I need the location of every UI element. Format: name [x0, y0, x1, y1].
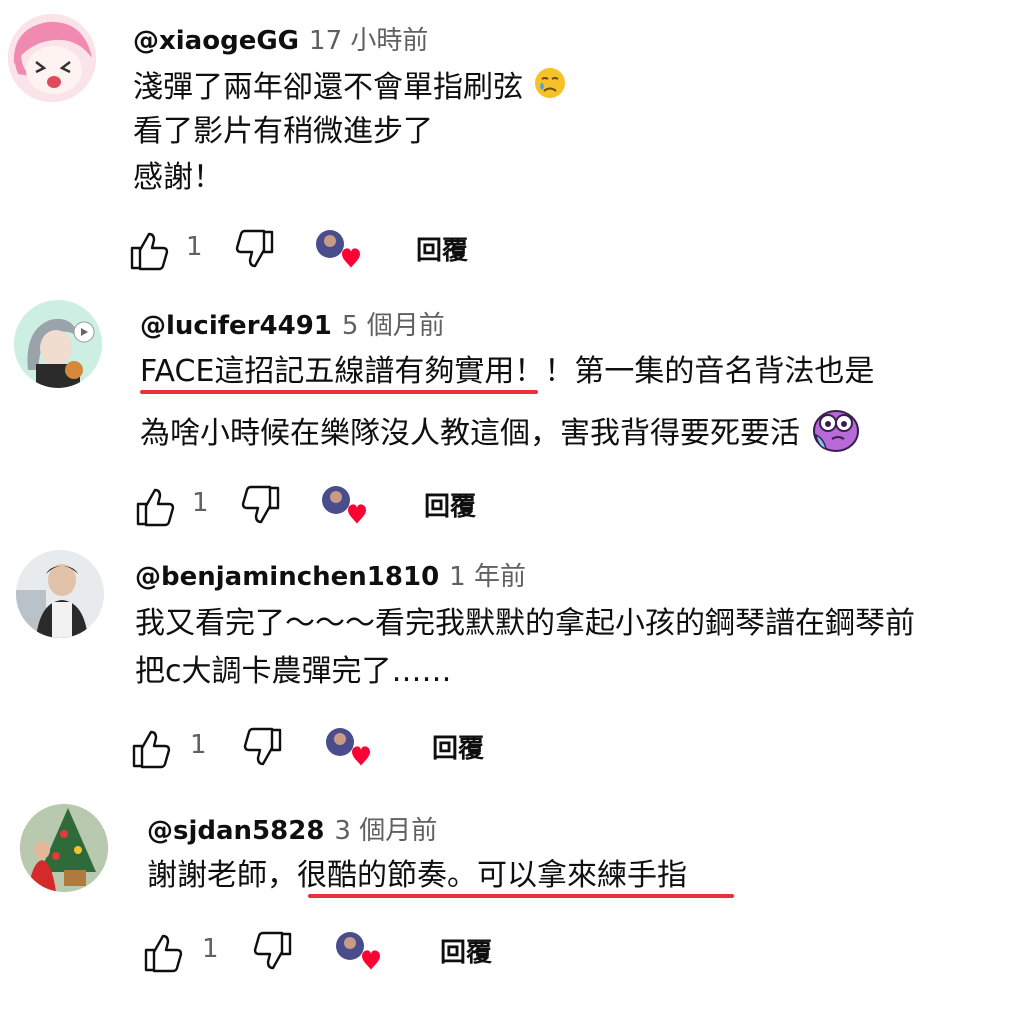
dislike-icon[interactable]: [240, 726, 284, 774]
highlight-underline: [308, 894, 734, 898]
like-count: 1: [186, 232, 203, 262]
comment-author: @sjdan5828 3 個月前: [147, 810, 437, 847]
highlight-underline: [140, 390, 538, 394]
comment-text-line: 我又看完了～～～看完我默默的拿起小孩的鋼琴譜在鋼琴前: [135, 606, 915, 641]
comment-actions: 1 回覆: [134, 484, 534, 528]
crying-face-icon: [533, 66, 567, 111]
author-handle[interactable]: @lucifer4491: [140, 311, 332, 341]
dislike-icon[interactable]: [238, 484, 282, 532]
comment-time[interactable]: 1 年前: [449, 562, 526, 592]
comment-text-line: 為啥小時候在樂隊沒人教這個，害我背得要死要活: [140, 405, 860, 464]
reply-button[interactable]: 回覆: [440, 932, 492, 969]
comment-actions: 1 回覆: [142, 930, 542, 974]
avatar[interactable]: [16, 550, 104, 638]
pleading-purple-face-icon: [810, 405, 860, 464]
comment-text-line: 看了影片有稍微進步了: [133, 114, 433, 149]
creator-heart-icon: [320, 484, 366, 528]
creator-heart-icon: [334, 930, 380, 974]
like-icon[interactable]: [128, 228, 172, 276]
reply-button[interactable]: 回覆: [416, 230, 468, 267]
comment-time[interactable]: 5 個月前: [342, 311, 445, 341]
like-count: 1: [192, 488, 209, 518]
dislike-icon[interactable]: [250, 930, 294, 978]
like-icon[interactable]: [142, 930, 186, 978]
like-count: 1: [202, 934, 219, 964]
avatar[interactable]: [14, 300, 102, 388]
comment-text-line: 把c大調卡農彈完了……: [135, 654, 452, 689]
comment-text-line: FACE這招記五線譜有夠實用！！第一集的音名背法也是: [140, 354, 875, 389]
avatar[interactable]: [20, 804, 108, 892]
like-count: 1: [190, 730, 207, 760]
comment-text-line: 淺彈了兩年卻還不會單指刷弦: [133, 66, 567, 111]
comment-author: @lucifer4491 5 個月前: [140, 305, 445, 342]
comment-time[interactable]: 17 小時前: [309, 26, 428, 56]
comment-author: @xiaogeGG 17 小時前: [133, 20, 428, 57]
reply-button[interactable]: 回覆: [432, 728, 484, 765]
comment-text-line: 謝謝老師，很酷的節奏。可以拿來練手指: [147, 858, 687, 893]
comment-time[interactable]: 3 個月前: [334, 816, 437, 846]
author-handle[interactable]: @xiaogeGG: [133, 26, 299, 56]
creator-heart-icon: [324, 726, 370, 770]
author-handle[interactable]: @sjdan5828: [147, 816, 324, 846]
dislike-icon[interactable]: [232, 228, 276, 276]
like-icon[interactable]: [134, 484, 178, 532]
comment-text-line: 感謝！: [133, 160, 223, 195]
like-icon[interactable]: [130, 726, 174, 774]
reply-button[interactable]: 回覆: [424, 486, 476, 523]
comment-actions: 1 回覆: [128, 228, 528, 272]
comment-author: @benjaminchen1810 1 年前: [135, 556, 526, 593]
creator-heart-icon: [314, 228, 360, 272]
author-handle[interactable]: @benjaminchen1810: [135, 562, 439, 592]
comment-actions: 1 回覆: [130, 726, 530, 770]
avatar[interactable]: [8, 14, 96, 102]
